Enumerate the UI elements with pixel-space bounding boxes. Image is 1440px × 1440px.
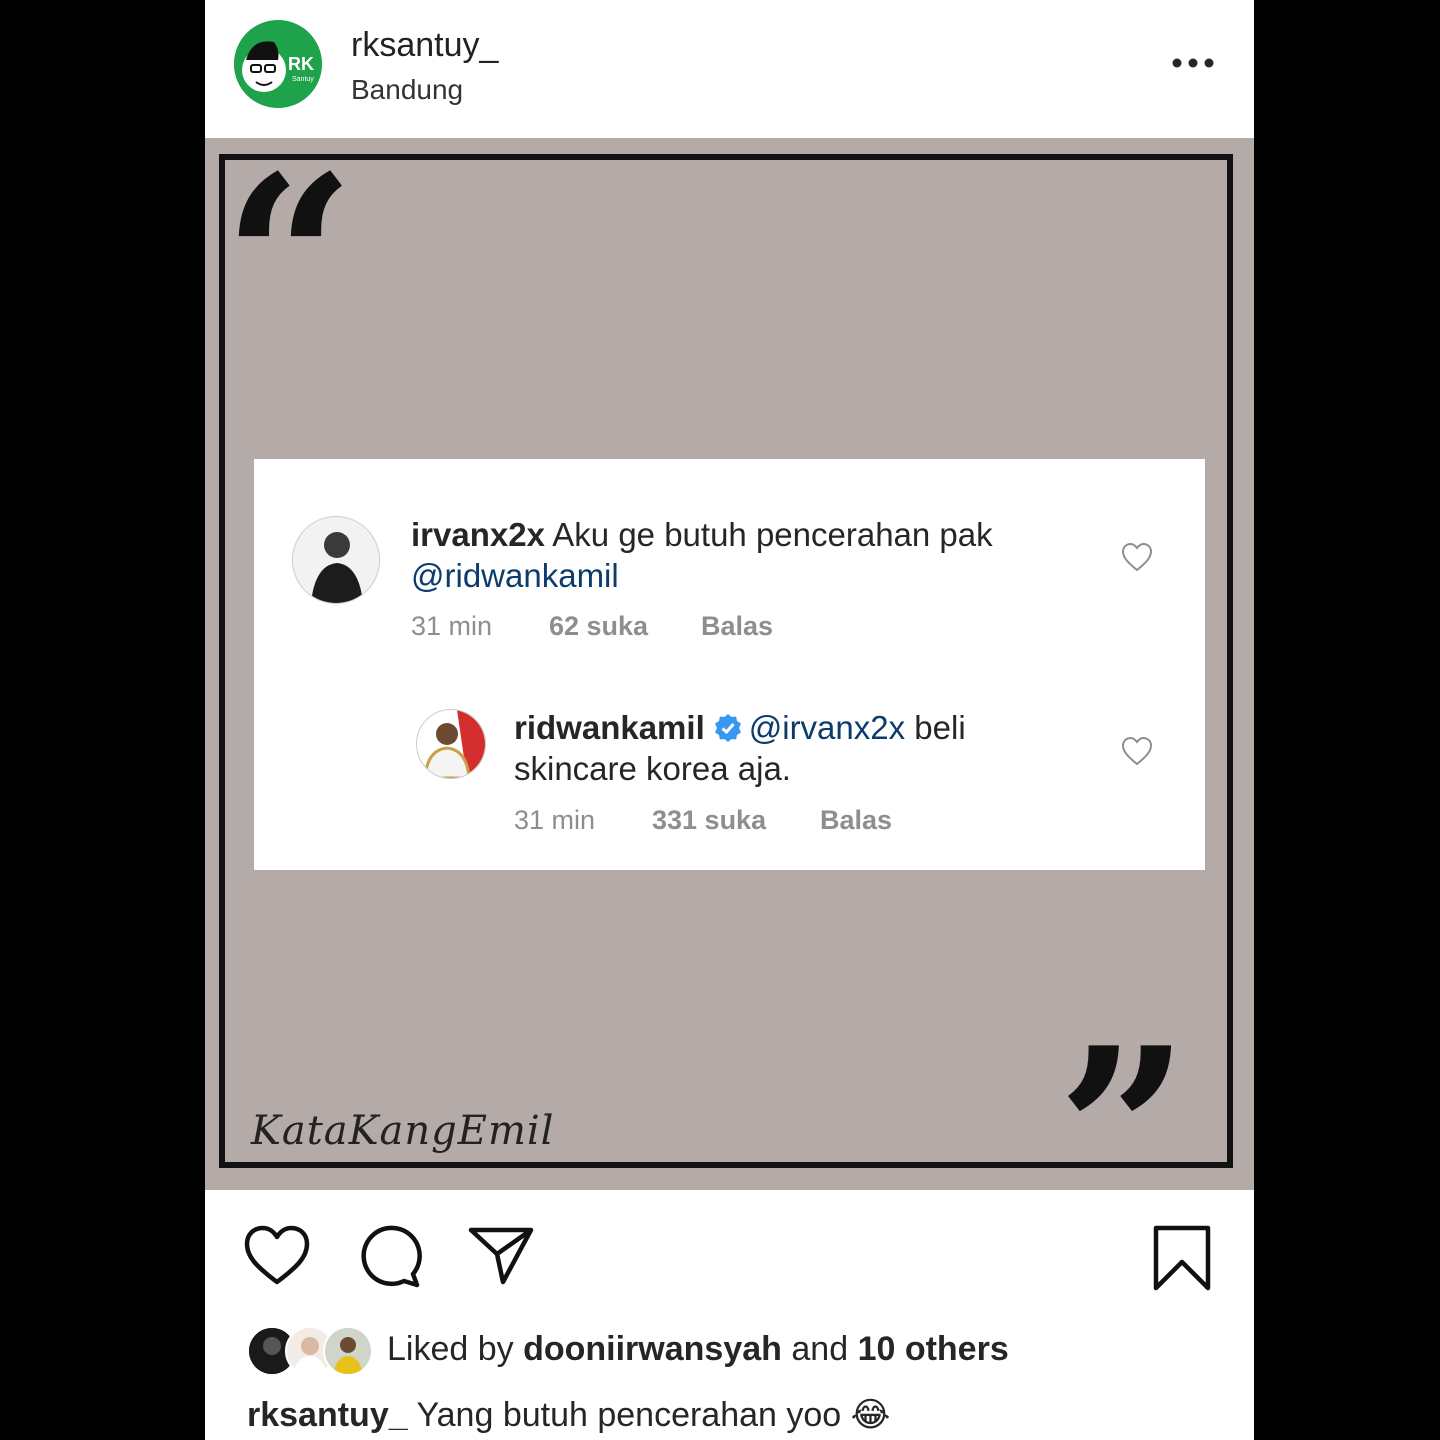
comment-1-time: 31 min [411,611,493,641]
comment-2-reply-wrap: Balas [820,805,892,836]
reply-avatar [416,709,486,779]
comment-2-body-line1: beli [914,709,966,746]
person-photo-icon [417,710,485,778]
likes-middle: and [791,1330,849,1368]
comment-1-username[interactable]: irvanx2x [411,516,545,553]
post-location[interactable]: Bandung [351,74,463,106]
post-image[interactable]: “ ” KataKangEmil irvanx2x Aku ge butuh p… [205,126,1254,1248]
verified-badge-icon [714,714,741,742]
comment-2-text: ridwankamil @irvanx2x beli skincare kore… [514,707,1114,789]
likes-row: Liked by dooniirwansyah and 10 others [247,1326,1247,1376]
comment-screenshot-card: irvanx2x Aku ge butuh pencerahan pak @ri… [254,459,1205,870]
post-username[interactable]: rksantuy_ [351,26,498,65]
comment-1-text: irvanx2x Aku ge butuh pencerahan pak @ri… [411,514,1051,596]
likes-prefix: Liked by [387,1330,514,1368]
profile-avatar[interactable]: RK Santuy [234,20,322,108]
like-heart-icon[interactable] [243,1224,311,1286]
comment-1-likes[interactable]: 62 suka [549,611,648,641]
comment-2-username[interactable]: ridwankamil [514,709,705,746]
comment-1-reply[interactable]: Balas [701,611,773,641]
comment-1-reply-wrap: Balas [701,611,773,642]
post-caption: rksantuy_ Yang butuh pencerahan yoo 😂 [247,1395,890,1435]
laughing-emoji-icon: 😂 [850,1396,891,1434]
caption-text: Yang butuh pencerahan yoo [416,1396,842,1434]
comment-2-time: 31 min [514,805,596,835]
post-header: RK Santuy rksantuy_ Bandung [205,0,1254,138]
avatar-subtext: Santuy [292,76,314,83]
post-action-bar [205,1190,1254,1310]
instagram-post: RK Santuy rksantuy_ Bandung “ ” KataKang… [205,0,1254,1440]
comment-2-mention[interactable]: @irvanx2x [749,709,905,746]
person-photo-icon [293,517,379,603]
comment-1-likes-wrap: 62 suka [549,611,648,642]
comment-2-likes[interactable]: 331 suka [652,805,766,835]
comment-2-heart-icon[interactable] [1121,736,1153,766]
avatar-illustration: RK Santuy [234,20,322,108]
comment-2-reply[interactable]: Balas [820,805,892,835]
comment-bubble-icon[interactable] [357,1224,423,1288]
signature-text: KataKangEmil [251,1108,555,1154]
comment-2-likes-wrap: 331 suka [652,805,766,836]
more-options-icon[interactable] [1171,50,1215,76]
share-send-icon[interactable] [467,1224,535,1286]
likes-user[interactable]: dooniirwansyah [523,1330,782,1368]
commenter-avatar [292,516,380,604]
comment-1-body: Aku ge butuh pencerahan pak [552,516,993,553]
bookmark-save-icon[interactable] [1151,1224,1213,1292]
liker-avatar-3 [323,1326,373,1376]
comment-1-mention[interactable]: @ridwankamil [411,557,619,594]
likes-others[interactable]: 10 others [858,1330,1009,1368]
person-photo-icon [325,1328,371,1374]
avatar-text: RK [288,54,314,74]
comment-1-heart-icon[interactable] [1121,542,1153,572]
comment-2-body-line2: skincare korea aja. [514,750,791,787]
likes-summary: Liked by dooniirwansyah and 10 others [387,1330,1009,1369]
caption-username[interactable]: rksantuy_ [247,1396,408,1434]
open-quote-mark: “ [223,126,356,396]
